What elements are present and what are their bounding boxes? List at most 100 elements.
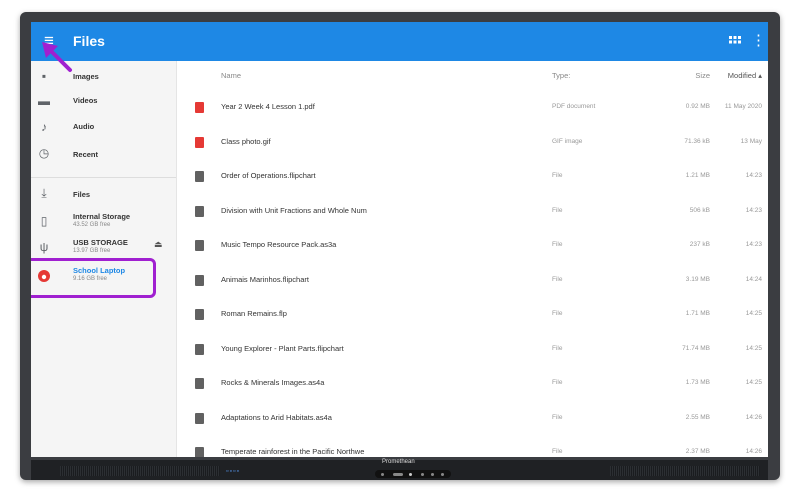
- file-size: 506 kB: [689, 206, 710, 214]
- file-modified: 14:23: [745, 172, 762, 179]
- device-buttons: [375, 470, 451, 478]
- file-name: Music Tempo Resource Pack.as3a: [221, 240, 337, 249]
- table-row[interactable]: Animais Marinhos.flipchart File 3.19 MB 14:…: [177, 265, 768, 295]
- table-row[interactable]: Order of Operations.flipchart File 1.21 MB…: [177, 161, 768, 191]
- file-type: File: [552, 448, 563, 455]
- file-modified: 14:25: [745, 344, 762, 352]
- file-icon: [195, 309, 204, 320]
- file-icon: [195, 343, 204, 355]
- speaker-grille-right: [610, 466, 760, 476]
- file-icon: [195, 205, 204, 217]
- sidebar: ▪ Images ▬ Videos ♪ Audio ◷ Recent ⤓ Fil…: [31, 61, 177, 457]
- device-button[interactable]: [441, 473, 444, 476]
- file-modified: 14:25: [745, 379, 762, 386]
- file-type: File: [552, 172, 563, 179]
- device-button[interactable]: [431, 473, 434, 476]
- clock-icon: ◷: [38, 146, 50, 160]
- file-icon: [195, 274, 204, 286]
- header-size[interactable]: Size: [637, 61, 710, 91]
- device-button[interactable]: [381, 473, 384, 476]
- file-size: 2.55 MB: [685, 413, 710, 421]
- file-modified: 14:23: [745, 241, 762, 248]
- file-modified: 14:23: [745, 206, 762, 214]
- file-size: 1.21 MB: [685, 172, 710, 179]
- speaker-grille-left: [60, 466, 220, 476]
- table-row[interactable]: Rocks & Minerals Images.as4a File 1.73 MB 1…: [177, 368, 768, 398]
- grid-view-button[interactable]: [728, 34, 742, 48]
- header-modified[interactable]: Modified ▴: [712, 61, 762, 91]
- table-row[interactable]: Young Explorer - Plant Parts.flipchart Fi…: [177, 334, 768, 364]
- device-button[interactable]: [393, 473, 403, 476]
- table-row[interactable]: Adaptations to Arid Habitats.as4a File 2.5…: [177, 403, 768, 433]
- file-icon: [195, 240, 204, 251]
- file-size: 237 kB: [689, 241, 710, 248]
- more-options-button[interactable]: ⋮: [751, 32, 766, 50]
- header-name[interactable]: Name: [221, 61, 241, 91]
- phone-icon: ▯: [40, 214, 48, 228]
- table-row[interactable]: Class photo.gif GIF image 71.36 kB 13 May: [177, 127, 768, 157]
- file-type: File: [552, 241, 563, 248]
- header-type[interactable]: Type:: [552, 61, 570, 91]
- file-size: 0.92 MB: [685, 103, 710, 110]
- pdf-icon: [195, 102, 204, 113]
- eject-icon[interactable]: ⏏: [154, 239, 163, 250]
- sidebar-item-usb-storage[interactable]: ψ USB STORAGE 13.97 GB free ⏏: [31, 234, 176, 260]
- file-type: File: [552, 310, 563, 317]
- file-name: Class photo.gif: [221, 136, 271, 146]
- file-name: Order of Operations.flipchart: [221, 171, 316, 180]
- table-row[interactable]: Year 2 Week 4 Lesson 1.pdf PDF document 0.…: [177, 92, 768, 122]
- sidebar-item-audio[interactable]: ♪ Audio: [31, 115, 176, 141]
- file-modified: 14:26: [745, 448, 762, 455]
- sidebar-item-videos[interactable]: ▬ Videos: [31, 89, 176, 115]
- sidebar-item-recent[interactable]: ◷ Recent: [31, 141, 176, 167]
- download-icon: ⤓: [41, 186, 47, 200]
- audio-icon: ♪: [41, 120, 47, 134]
- file-size: 1.71 MB: [685, 310, 710, 317]
- file-modified: 14:25: [745, 310, 762, 317]
- file-modified: 14:24: [745, 275, 762, 283]
- file-type: File: [552, 206, 563, 214]
- usb-icon: ψ: [39, 240, 49, 254]
- file-icon: [195, 412, 204, 424]
- grid-icon: [729, 36, 741, 44]
- table-row[interactable]: Temperate rainforest in the Pacific Nort…: [177, 437, 768, 457]
- image-file-icon: [195, 136, 204, 148]
- file-name: Animais Marinhos.flipchart: [221, 274, 309, 284]
- pointer-arrow-icon: [42, 42, 72, 72]
- screen: ≡ Files ⋮ ▪ Images ▬ Videos ♪ Audio ◷ Re…: [31, 22, 768, 457]
- file-name: Year 2 Week 4 Lesson 1.pdf: [221, 102, 315, 111]
- device-button[interactable]: [409, 473, 412, 476]
- file-name: Division with Unit Fractions and Whole N…: [221, 205, 367, 215]
- table-row[interactable]: Music Tempo Resource Pack.as3a File 237 kB…: [177, 230, 768, 260]
- file-icon: [195, 447, 204, 457]
- file-size: 1.73 MB: [685, 379, 710, 386]
- selection-highlight: [31, 258, 156, 298]
- more-vert-icon: ⋮: [751, 32, 766, 49]
- file-modified: 14:26: [745, 413, 762, 421]
- file-name: Young Explorer - Plant Parts.flipchart: [221, 343, 344, 353]
- file-size: 71.36 kB: [684, 137, 710, 145]
- file-type: File: [552, 344, 563, 352]
- file-type: File: [552, 275, 563, 283]
- sidebar-item-files[interactable]: ⤓ Files: [31, 178, 176, 206]
- control-indicators: ▫▫▫▫: [226, 468, 240, 475]
- device-button[interactable]: [421, 473, 424, 476]
- file-name: Roman Remains.flp: [221, 309, 287, 318]
- device-brand: Promethean: [382, 459, 415, 465]
- file-type: PDF document: [552, 103, 596, 110]
- table-row[interactable]: Roman Remains.flp File 1.71 MB 14:25: [177, 299, 768, 329]
- file-list: Name Type: Size Modified ▴ Year 2 Week 4…: [177, 61, 768, 457]
- table-row[interactable]: Division with Unit Fractions and Whole N…: [177, 196, 768, 226]
- file-size: 2.37 MB: [685, 448, 710, 455]
- file-icon: [195, 171, 204, 182]
- file-modified: 11 May 2020: [724, 103, 762, 110]
- sidebar-item-internal-storage[interactable]: ▯ Internal Storage 43.52 GB free: [31, 206, 176, 234]
- file-icon: [195, 378, 204, 389]
- file-modified: 13 May: [740, 137, 762, 145]
- file-type: File: [552, 379, 563, 386]
- file-name: Temperate rainforest in the Pacific Nort…: [221, 447, 365, 456]
- file-name: Adaptations to Arid Habitats.as4a: [221, 412, 332, 422]
- file-size: 71.74 MB: [682, 344, 710, 352]
- app-bar: ≡ Files ⋮: [31, 22, 768, 61]
- file-size: 3.19 MB: [685, 275, 710, 283]
